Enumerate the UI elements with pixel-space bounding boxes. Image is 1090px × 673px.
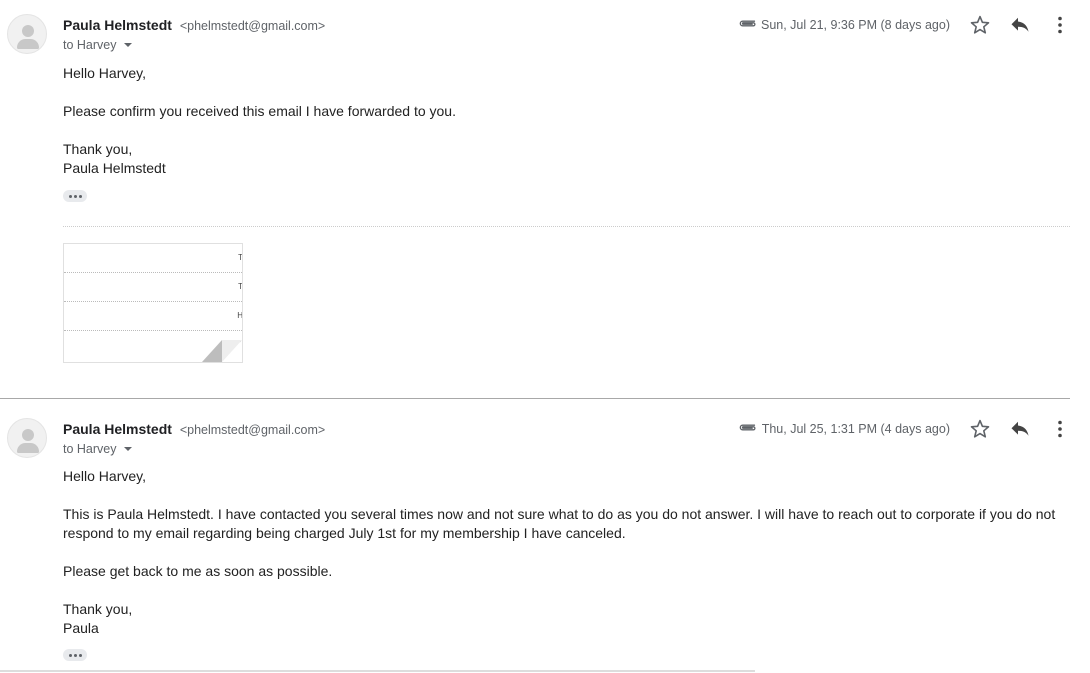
more-vertical-icon[interactable] (1048, 417, 1072, 441)
sender-line: Paula Helmstedt <phelmstedt@gmail.com> (63, 17, 325, 33)
recipient-details-toggle[interactable]: to Harvey (63, 442, 132, 456)
sender-email: <phelmstedt@gmail.com> (179, 19, 326, 33)
recipient-label: to Harvey (63, 38, 117, 52)
bottom-divider (0, 670, 755, 672)
recipient-label: to Harvey (63, 442, 117, 456)
attachment-preview-row: H (64, 302, 243, 331)
email-message-1: Paula Helmstedt <phelmstedt@gmail.com> t… (0, 0, 1090, 398)
body-greeting: Hello Harvey, (63, 468, 146, 484)
star-icon[interactable] (968, 13, 992, 37)
avatar-head-shape (22, 25, 34, 37)
body-paragraph: This is Paula Helmstedt. I have contacte… (63, 506, 1056, 541)
preview-text: T (238, 282, 243, 291)
message-body: Hello Harvey, This is Paula Helmstedt. I… (63, 467, 1058, 638)
attachment-preview-row: T (64, 273, 243, 302)
attachment-thumbnail[interactable]: T T H T (63, 243, 243, 363)
body-signoff: Thank you, (63, 141, 133, 157)
caret-down-icon (123, 447, 132, 451)
attachment-preview-row: T (64, 244, 243, 273)
reply-icon[interactable] (1008, 13, 1032, 37)
caret-down-icon (123, 43, 132, 47)
show-trimmed-content-button[interactable] (63, 649, 87, 661)
reply-icon[interactable] (1008, 417, 1032, 441)
body-paragraph: Please confirm you received this email I… (63, 103, 456, 119)
preview-text: H (237, 311, 243, 320)
avatar-body-shape (17, 443, 39, 453)
body-greeting: Hello Harvey, (63, 65, 146, 81)
sender-name[interactable]: Paula Helmstedt (63, 17, 172, 33)
message-date[interactable]: Sun, Jul 21, 9:36 PM (8 days ago) (761, 18, 950, 32)
sender-name[interactable]: Paula Helmstedt (63, 421, 172, 437)
avatar-body-shape (17, 39, 39, 49)
ellipsis-icon-dot (78, 653, 82, 657)
more-vertical-icon[interactable] (1048, 13, 1072, 37)
preview-text: T (238, 253, 243, 262)
sender-email: <phelmstedt@gmail.com> (179, 423, 326, 437)
message-date[interactable]: Thu, Jul 25, 1:31 PM (4 days ago) (762, 422, 950, 436)
show-trimmed-content-button[interactable] (63, 190, 87, 202)
paperclip-icon (739, 20, 756, 27)
message-separator (0, 398, 1070, 399)
attachment-divider (63, 226, 1070, 227)
recipient-details-toggle[interactable]: to Harvey (63, 38, 132, 52)
sender-avatar[interactable] (7, 418, 47, 458)
ellipsis-icon-dot (73, 194, 77, 198)
message-body: Hello Harvey, Please confirm you receive… (63, 64, 1063, 178)
avatar-head-shape (22, 429, 34, 441)
paperclip-icon (739, 424, 756, 431)
page-fold-icon (202, 340, 242, 362)
sender-avatar[interactable] (7, 14, 47, 54)
sender-line: Paula Helmstedt <phelmstedt@gmail.com> (63, 421, 325, 437)
email-message-2: Paula Helmstedt <phelmstedt@gmail.com> t… (0, 404, 1090, 673)
ellipsis-icon-dot (73, 653, 77, 657)
body-signature: Paula Helmstedt (63, 160, 166, 176)
body-signature: Paula (63, 620, 99, 636)
body-paragraph: Please get back to me as soon as possibl… (63, 563, 333, 579)
ellipsis-icon-dot (68, 194, 72, 198)
body-signoff: Thank you, (63, 601, 133, 617)
star-icon[interactable] (968, 417, 992, 441)
ellipsis-icon-dot (68, 653, 72, 657)
ellipsis-icon-dot (78, 194, 82, 198)
